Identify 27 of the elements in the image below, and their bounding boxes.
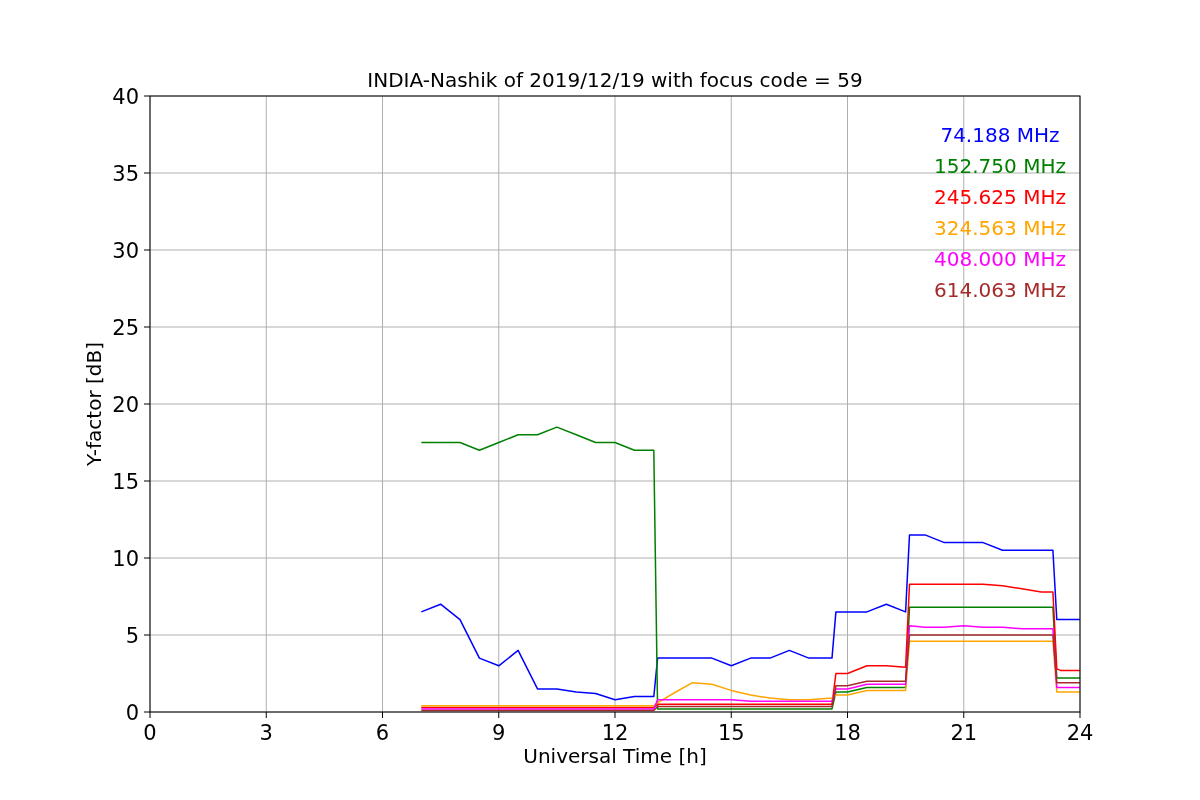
tick-label: 9 (492, 721, 506, 745)
legend-label: 152.750 MHz (934, 154, 1066, 178)
tick-label: 20 (112, 393, 139, 417)
legend-label: 245.625 MHz (934, 185, 1066, 209)
tick-label: 40 (112, 85, 139, 109)
tick-label: 21 (950, 721, 978, 745)
tick-label: 5 (125, 624, 139, 648)
axis-label: Universal Time [h] (523, 744, 707, 768)
tick-label: 15 (112, 470, 139, 494)
legend-label: 74.188 MHz (940, 123, 1060, 147)
axis-label: Y-factor [dB] (82, 342, 106, 466)
chart-title: INDIA-Nashik of 2019/12/19 with focus code = 59 (367, 68, 863, 92)
tick-label: 12 (601, 721, 629, 745)
tick-label: 25 (112, 316, 139, 340)
tick-label: 0 (125, 701, 139, 725)
legend-label: 614.063 MHz (934, 278, 1066, 302)
tick-label: 18 (834, 721, 861, 745)
legend-label: 408.000 MHz (934, 247, 1066, 271)
tick-label: 15 (717, 721, 745, 745)
tick-label: 10 (112, 547, 139, 571)
tick-label: 3 (259, 721, 273, 745)
tick-label: 24 (1066, 721, 1094, 745)
tick-label: 30 (112, 239, 139, 263)
tick-label: 35 (112, 162, 139, 186)
legend-label: 324.563 MHz (934, 216, 1066, 240)
tick-label: 0 (143, 721, 157, 745)
tick-label: 6 (375, 721, 390, 745)
